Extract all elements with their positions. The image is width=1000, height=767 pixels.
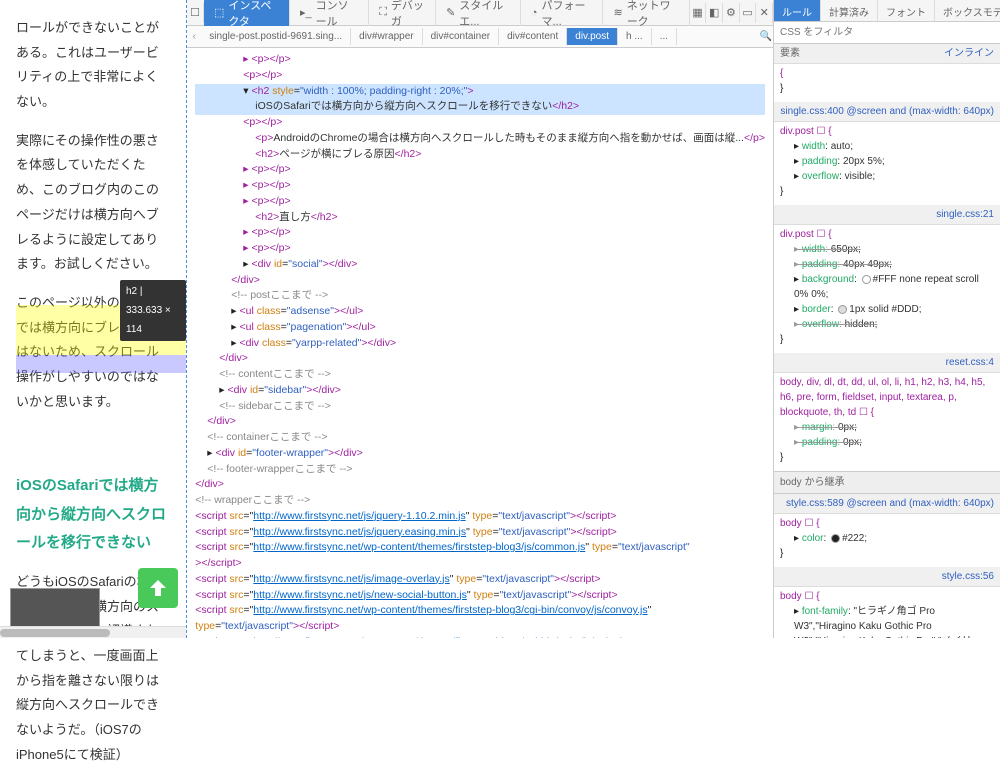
dom-line[interactable]: ▸ <div class="yarpp-related"></div> [195, 336, 765, 352]
perf-icon: ◔ [531, 7, 538, 19]
rule-source[interactable]: style.css:589 @screen and (max-width: 64… [774, 494, 1000, 514]
preview-heading: iOSのSafariでは横方向から縦方向へスクロールを移行できない [16, 472, 170, 558]
dom-line[interactable]: ▸ <div id="social"></div> [195, 257, 765, 273]
breadcrumb-item[interactable]: div#content [499, 28, 567, 45]
breadcrumb-item[interactable]: div#wrapper [351, 28, 422, 45]
scroll-top-button[interactable] [138, 568, 178, 608]
dom-line[interactable]: <script src="http://www.firstsync.net/js… [195, 588, 765, 604]
debugger-icon: ⛶ [379, 6, 387, 19]
dom-line[interactable]: iOSのSafariでは横方向から縦方向へスクロールを移行できない</h2> [195, 99, 765, 115]
dock-icon[interactable]: ▭ [740, 3, 757, 23]
styles-tabs: ルール 計算済み フォント ボックスモデ [774, 0, 1000, 22]
dom-line[interactable]: <script src="http://www.firstsync.net/js… [195, 572, 765, 588]
dom-line[interactable]: <script src="http://www.firstsync.net/js… [195, 525, 765, 541]
preview-text: 実際にその操作性の悪さを体感していただくため、このブログ内のこのページだけは横方… [16, 129, 170, 277]
dom-line[interactable]: ▸ <div id="sidebar"></div> [195, 383, 765, 399]
rule-source[interactable]: style.css:56 [774, 567, 1000, 587]
rule-body[interactable]: div.post ☐ {▸ width: 650px;▸ padding: 40… [774, 225, 1000, 353]
dom-line[interactable]: <!-- postここまで --> [195, 288, 765, 304]
tab-boxmodel[interactable]: ボックスモデ [935, 0, 1000, 21]
inherit-header: body から継承 [774, 471, 1000, 494]
dom-line[interactable]: <!-- wrapperここまで --> [195, 493, 765, 509]
dom-line[interactable]: ▸ <p></p> [195, 162, 765, 178]
dom-line[interactable]: ▸ <p></p> [195, 194, 765, 210]
tab-fonts[interactable]: フォント [878, 0, 935, 21]
dom-line[interactable]: ▸ <p></p> [195, 241, 765, 257]
dom-line[interactable]: <script src="http://www.firstsync.net/js… [195, 509, 765, 525]
dom-line[interactable]: <p>AndroidのChromeの場合は横方向へスクロールした時もそのまま縦方… [195, 131, 765, 147]
dom-line[interactable]: <h2>直し方</h2> [195, 210, 765, 226]
responsive-icon[interactable]: ◧ [706, 3, 723, 23]
horizontal-scrollbar[interactable] [0, 626, 186, 638]
tab-computed[interactable]: 計算済み [821, 0, 878, 21]
rule-source[interactable]: single.css:400 @screen and (max-width: 6… [774, 102, 1000, 122]
dom-line[interactable]: <p></p> [195, 115, 765, 131]
settings-icon[interactable]: ⚙ [723, 3, 740, 23]
dom-line[interactable]: <!-- footer-wrapperここまで --> [195, 462, 765, 478]
breadcrumb-item[interactable]: h ... [618, 28, 652, 45]
rule-body[interactable]: body, div, dl, dt, dd, ul, ol, li, h1, h… [774, 373, 1000, 471]
dom-line[interactable]: </div> [195, 351, 765, 367]
dom-line[interactable]: ▸ <ul class="adsense"></ul> [195, 304, 765, 320]
breadcrumb-item[interactable]: single-post.postid-9691.sing... [201, 28, 351, 45]
dom-line[interactable]: <!-- containerここまで --> [195, 430, 765, 446]
css-filter-input[interactable] [774, 22, 1000, 43]
dom-line[interactable]: <script src="http://www.firstsync.net/wp… [195, 603, 765, 619]
dom-line[interactable]: </div> [195, 273, 765, 289]
dom-line[interactable]: <h2>ページが横にブレる原因</h2> [195, 147, 765, 163]
page-preview: ロールができないことがある。これはユーザービリティの上で非常によくない。 実際に… [0, 0, 187, 638]
dom-line[interactable]: ▸ <p></p> [195, 178, 765, 194]
dom-line[interactable]: ▸ <p></p> [195, 52, 765, 68]
breadcrumb-item[interactable]: ... [652, 28, 677, 45]
rule-body[interactable]: body ☐ {▸ font-family: "ヒラギノ角ゴ Pro W3","… [774, 587, 1000, 638]
inspector-icon: ⬚ [214, 6, 224, 19]
close-icon[interactable]: ✕ [756, 3, 773, 23]
breadcrumb-prev[interactable]: ‹ [187, 31, 201, 42]
rule-source[interactable]: reset.css:4 [774, 353, 1000, 373]
preview-text: ロールができないことがある。これはユーザービリティの上で非常によくない。 [16, 16, 170, 115]
dom-line[interactable]: ></script> [195, 556, 765, 572]
network-icon: ≋ [613, 6, 622, 19]
rule-source[interactable]: single.css:21 [774, 205, 1000, 225]
dom-line[interactable]: type="text/javascript"></script> [195, 619, 765, 635]
breadcrumb-item[interactable]: div#container [423, 28, 499, 45]
rule-body[interactable]: {} [774, 64, 1000, 102]
dom-line[interactable]: ▸ <div id="footer-wrapper"></div> [195, 446, 765, 462]
breadcrumb-item[interactable]: div.post [567, 28, 618, 45]
dom-line[interactable]: ▸ <ul class="pagenation"></ul> [195, 320, 765, 336]
style-icon: ✎ [446, 6, 455, 19]
dom-tree[interactable]: ▸ <p></p><p></p>▾ <h2 style="width : 100… [187, 48, 773, 638]
rule-body[interactable]: div.post ☐ {▸ width: auto;▸ padding: 20p… [774, 122, 1000, 205]
split-console-icon[interactable]: ▦ [690, 3, 707, 23]
css-filter [774, 22, 1000, 44]
arrow-up-icon [146, 576, 170, 600]
css-rules[interactable]: 要素インライン{}single.css:400 @screen and (max… [774, 44, 1000, 638]
dom-line[interactable]: ▸ <p></p> [195, 225, 765, 241]
dom-line[interactable]: </div> [195, 477, 765, 493]
element-tooltip: h2 | 333.633 × 114 [120, 280, 186, 341]
dom-line[interactable]: </div> [195, 414, 765, 430]
highlight-content [16, 355, 186, 373]
dom-line[interactable]: <script src="http://www.firstsync.net/wp… [195, 540, 765, 556]
dom-line[interactable]: ▾ <h2 style="width : 100%; padding-right… [195, 84, 765, 100]
dom-line[interactable]: <p></p> [195, 68, 765, 84]
tab-rules[interactable]: ルール [774, 0, 821, 21]
devtools-toolbar: ☐ ⬚インスペクタ ▸_コンソール ⛶デバッガ ✎スタイルエ... ◔パフォーマ… [187, 0, 773, 26]
rule-body[interactable]: body ☐ {▸ color: #222;} [774, 514, 1000, 567]
console-icon: ▸_ [300, 6, 312, 19]
rule-source[interactable]: 要素インライン [774, 44, 1000, 64]
dom-line[interactable]: <!-- sidebarここまで --> [195, 399, 765, 415]
dom-breadcrumb: ‹ single-post.postid-9691.sing... div#wr… [187, 26, 773, 48]
search-icon[interactable]: 🔍 [759, 31, 773, 42]
dom-line[interactable]: <!-- contentここまで --> [195, 367, 765, 383]
pick-element-icon[interactable]: ☐ [187, 3, 204, 23]
